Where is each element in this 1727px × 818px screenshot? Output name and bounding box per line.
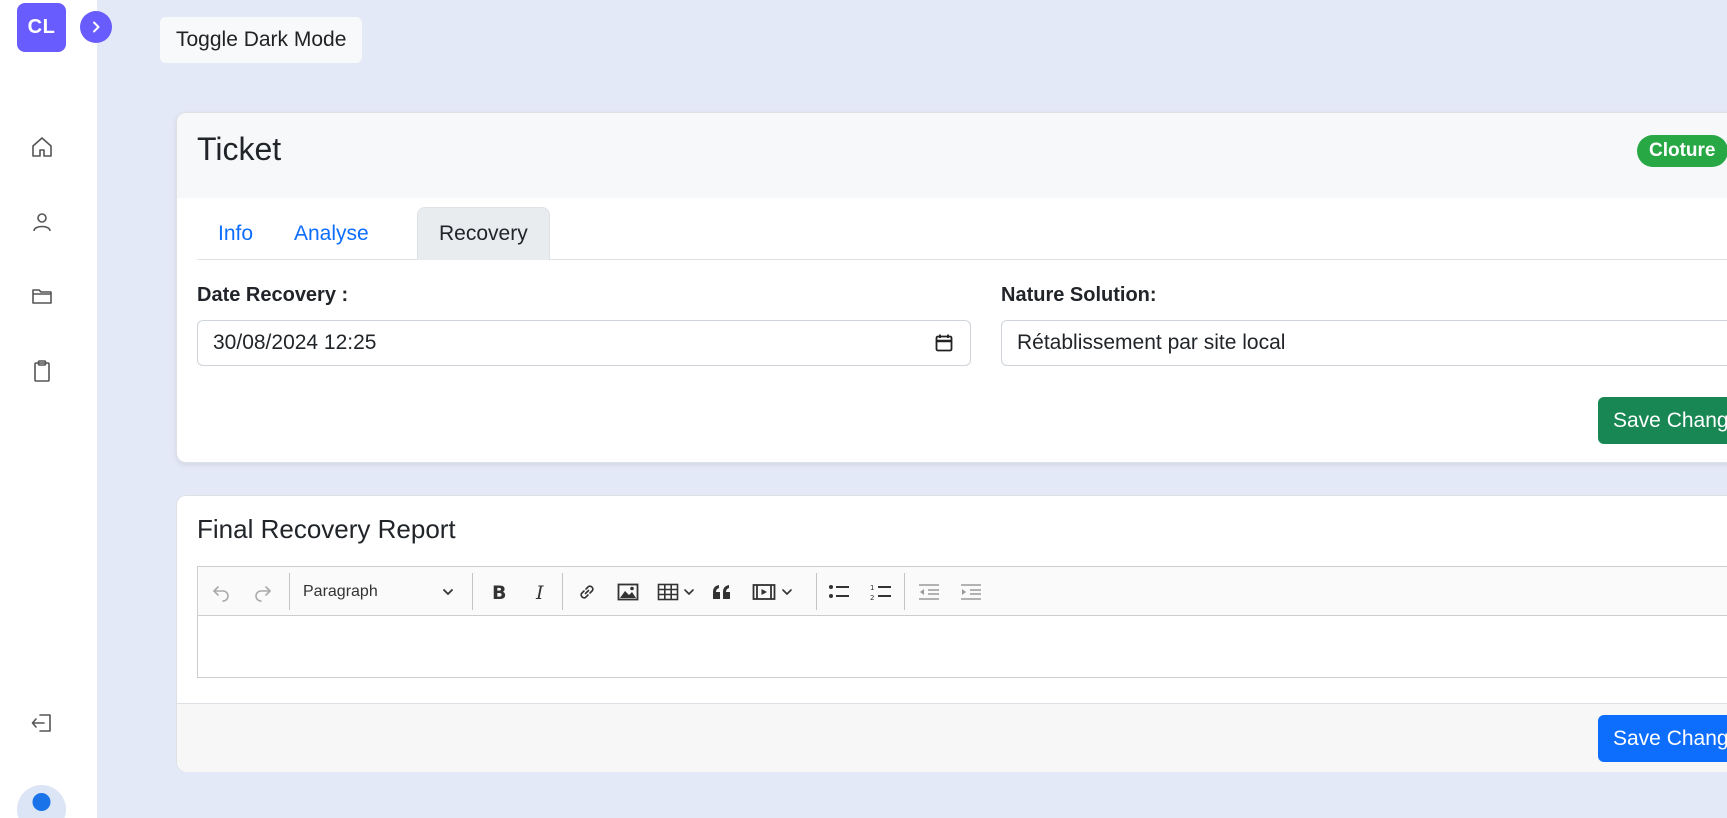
bulleted-list-icon[interactable] [826, 579, 852, 605]
avatar[interactable] [17, 785, 66, 818]
recovery-report-card: Final Recovery Report Paragraph B I 1 2 … [176, 495, 1727, 772]
clipboard-icon[interactable] [28, 357, 56, 385]
toolbar-divider [816, 573, 817, 610]
table-icon[interactable] [657, 579, 697, 605]
svg-text:2: 2 [870, 594, 874, 602]
date-recovery-label: Date Recovery : [197, 284, 349, 306]
nature-solution-value: Rétablissement par site local [1017, 331, 1286, 354]
ticket-card: Ticket Cloture Info Analyse Recovery Dat… [176, 112, 1727, 463]
indent-icon[interactable] [958, 579, 984, 605]
report-card-footer: Save Changes [177, 703, 1727, 772]
block-style-value: Paragraph [303, 583, 378, 600]
tab-recovery[interactable]: Recovery [417, 207, 550, 260]
undo-icon[interactable] [210, 579, 232, 605]
redo-icon[interactable] [252, 579, 274, 605]
nature-solution-label: Nature Solution: [1001, 284, 1157, 306]
tab-info[interactable]: Info [197, 207, 274, 260]
toolbar-divider [472, 573, 473, 610]
logout-icon[interactable] [28, 709, 56, 737]
status-badge: Cloture [1637, 135, 1727, 167]
home-icon[interactable] [28, 133, 56, 161]
user-icon[interactable] [28, 208, 56, 236]
editor-toolbar: Paragraph B I 1 2 [198, 567, 1727, 616]
sidebar: CL [0, 0, 97, 818]
svg-text:I: I [535, 582, 544, 602]
sidebar-toggle-button[interactable] [80, 11, 112, 43]
toolbar-divider [289, 573, 290, 610]
numbered-list-icon[interactable]: 12 [868, 579, 894, 605]
ticket-tabs: Info Analyse Recovery [197, 207, 1727, 260]
ticket-title: Ticket [197, 131, 282, 167]
chevron-right-icon [93, 21, 100, 33]
recovery-report-title: Final Recovery Report [197, 514, 456, 544]
outdent-icon[interactable] [916, 579, 942, 605]
svg-text:1: 1 [870, 584, 874, 592]
calendar-icon[interactable] [934, 333, 954, 359]
date-recovery-input[interactable]: 30/08/2024 12:25 [197, 320, 971, 366]
bold-icon[interactable]: B [486, 579, 512, 605]
rich-text-editor: Paragraph B I 1 2 [197, 566, 1727, 678]
editor-content-area[interactable] [198, 616, 1727, 678]
folder-icon[interactable] [28, 282, 56, 310]
save-changes-button[interactable]: Save Changes [1598, 397, 1727, 444]
link-icon[interactable] [574, 579, 600, 605]
save-report-button[interactable]: Save Changes [1598, 715, 1727, 762]
media-embed-icon[interactable] [752, 579, 796, 605]
image-icon[interactable] [615, 579, 641, 605]
chevron-down-icon [441, 585, 455, 604]
blockquote-icon[interactable] [709, 579, 735, 605]
nature-solution-input[interactable]: Rétablissement par site local [1001, 320, 1727, 366]
ticket-card-header: Ticket Cloture [177, 113, 1727, 198]
date-recovery-value: 30/08/2024 12:25 [213, 331, 377, 354]
toggle-dark-mode-button[interactable]: Toggle Dark Mode [160, 17, 363, 63]
block-style-select[interactable]: Paragraph [303, 579, 463, 605]
italic-icon[interactable]: I [528, 579, 554, 605]
logo[interactable]: CL [17, 3, 66, 52]
svg-text:B: B [492, 582, 506, 602]
toolbar-divider [904, 573, 905, 610]
tab-analyse[interactable]: Analyse [273, 207, 390, 260]
toolbar-divider [562, 573, 563, 610]
